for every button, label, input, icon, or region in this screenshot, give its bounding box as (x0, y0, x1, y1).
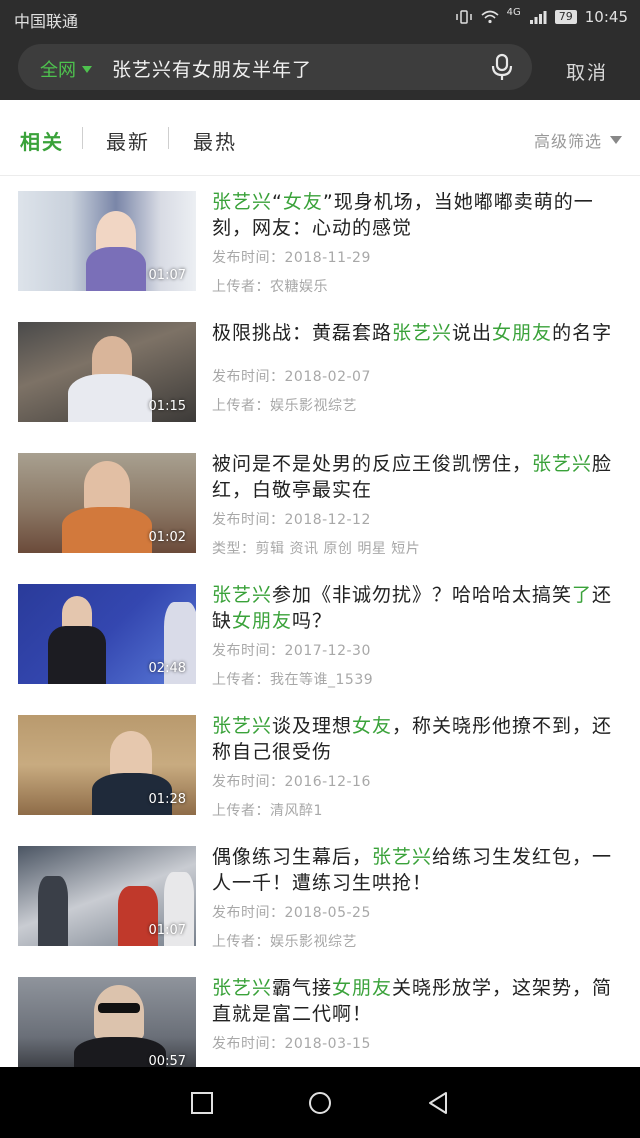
video-thumbnail[interactable]: 01:15 (18, 322, 196, 422)
tab-divider (168, 127, 169, 149)
publish-date: 发布时间：2017-12-30 (212, 643, 371, 659)
video-duration: 01:02 (148, 530, 186, 545)
title-segment: 张艺兴 (532, 453, 593, 475)
video-duration: 01:07 (148, 923, 186, 938)
home-icon[interactable] (306, 1089, 334, 1117)
publish-date: 发布时间：2018-05-25 (212, 905, 371, 921)
list-item[interactable]: 01:02 被问是不是处男的反应王俊凯愣住，张艺兴脸红，白敬亭最实在 发布时间：… (0, 439, 640, 570)
result-title[interactable]: 偶像练习生幕后，张艺兴给练习生发红包，一人一千！遭练习生哄抢！ (212, 844, 624, 896)
network-type: 4G (506, 6, 521, 18)
back-icon[interactable] (424, 1089, 452, 1117)
system-nav-bar (0, 1067, 640, 1138)
title-segment: 女朋友 (332, 977, 393, 999)
title-segment: 霸气接 (272, 977, 333, 999)
publish-date: 发布时间：2018-11-29 (212, 250, 371, 266)
tab-relevant[interactable]: 相关 (20, 126, 64, 155)
video-thumbnail[interactable]: 00:57 (18, 977, 196, 1067)
chevron-down-icon (610, 136, 622, 144)
title-segment: 谈及理想 (272, 715, 353, 737)
video-duration: 01:28 (148, 792, 186, 807)
uploader: 上传者：清风醉1 (212, 803, 323, 819)
tab-hottest[interactable]: 最热 (193, 126, 237, 155)
video-tags: 类型：剪辑 资讯 原创 明星 短片 (212, 541, 421, 557)
status-indicators: 4G 79 10:45 (455, 6, 628, 26)
title-segment: 张艺兴 (212, 191, 273, 213)
result-list: 01:07 张艺兴“女友”现身机场，当她嘟嘟卖萌的一刻，网友：心动的感觉 发布时… (0, 177, 640, 1067)
result-title[interactable]: 被问是不是处男的反应王俊凯愣住，张艺兴脸红，白敬亭最实在 (212, 451, 624, 503)
wifi-icon (481, 10, 499, 24)
video-duration: 02:48 (148, 661, 186, 676)
tab-newest[interactable]: 最新 (106, 126, 150, 155)
battery-icon: 79 (554, 10, 577, 24)
search-box[interactable]: 全网 张艺兴有女朋友半年了 (18, 44, 532, 90)
title-segment: 说出 (452, 322, 493, 344)
result-title[interactable]: 张艺兴参加《非诚勿扰》？哈哈哈太搞笑了还缺女朋友吗？ (212, 582, 624, 634)
video-thumbnail[interactable]: 01:07 (18, 191, 196, 291)
video-duration: 00:57 (148, 1054, 186, 1067)
list-item[interactable]: 00:57 张艺兴霸气接女朋友关晓彤放学，这架势，简直就是富二代啊！ 发布时间：… (0, 963, 640, 1067)
result-title[interactable]: 张艺兴霸气接女朋友关晓彤放学，这架势，简直就是富二代啊！ (212, 975, 624, 1027)
title-segment: 的名字 (552, 322, 613, 344)
title-segment: 张艺兴 (392, 322, 453, 344)
video-thumbnail[interactable]: 01:28 (18, 715, 196, 815)
title-segment: 被问是不是处男的反应王俊凯愣住， (212, 453, 533, 475)
publish-date: 发布时间：2018-02-07 (212, 369, 371, 385)
chevron-down-icon (82, 65, 92, 73)
carrier-name: 中国联通 (14, 12, 79, 31)
title-segment: 偶像练习生幕后， (212, 846, 373, 868)
scope-dropdown[interactable]: 全网 (40, 56, 92, 82)
title-segment: 女友 (282, 191, 323, 213)
title-segment: 参加《非诚勿扰》？哈哈哈太搞笑 (272, 584, 573, 606)
list-item[interactable]: 01:07 张艺兴“女友”现身机场，当她嘟嘟卖萌的一刻，网友：心动的感觉 发布时… (0, 177, 640, 308)
advanced-filter-button[interactable]: 高级筛选 (534, 128, 622, 152)
microphone-icon[interactable] (488, 53, 516, 81)
status-bar: 中国联通 4G 79 10:45 (0, 0, 640, 36)
list-item[interactable]: 01:07 偶像练习生幕后，张艺兴给练习生发红包，一人一千！遭练习生哄抢！ 发布… (0, 832, 640, 963)
publish-date: 发布时间：2018-03-15 (212, 1036, 371, 1052)
video-thumbnail[interactable]: 02:48 (18, 584, 196, 684)
publish-date: 发布时间：2016-12-16 (212, 774, 371, 790)
title-segment: 女朋友 (492, 322, 553, 344)
title-segment: 张艺兴 (212, 584, 273, 606)
video-duration: 01:15 (148, 399, 186, 414)
vibrate-icon (455, 10, 472, 24)
recent-apps-icon[interactable] (188, 1089, 216, 1117)
list-item[interactable]: 01:15 极限挑战：黄磊套路张艺兴说出女朋友的名字 发布时间：2018-02-… (0, 308, 640, 439)
uploader: 上传者：农糖娱乐 (212, 279, 328, 295)
title-segment: 张艺兴 (212, 977, 273, 999)
result-title[interactable]: 张艺兴“女友”现身机场，当她嘟嘟卖萌的一刻，网友：心动的感觉 (212, 189, 624, 241)
filter-label: 高级筛选 (533, 132, 602, 151)
title-segment: 女友 (352, 715, 393, 737)
list-item[interactable]: 01:28 张艺兴谈及理想女友，称关晓彤他撩不到，还称自己很受伤 发布时间：20… (0, 701, 640, 832)
signal-icon (529, 11, 547, 24)
scope-label: 全网 (40, 60, 76, 81)
video-duration: 01:07 (148, 268, 186, 283)
title-segment: 极限挑战：黄磊套路 (212, 322, 393, 344)
cancel-button[interactable]: 取消 (566, 58, 608, 85)
title-segment: 女朋友 (232, 610, 293, 632)
sort-tabs: 相关 最新 最热 高级筛选 (0, 100, 640, 176)
video-thumbnail[interactable]: 01:02 (18, 453, 196, 553)
search-header: 全网 张艺兴有女朋友半年了 取消 (0, 36, 640, 100)
result-title[interactable]: 极限挑战：黄磊套路张艺兴说出女朋友的名字 (212, 320, 624, 346)
title-segment: 张艺兴 (212, 715, 273, 737)
video-thumbnail[interactable]: 01:07 (18, 846, 196, 946)
uploader: 上传者：我在等谁_1539 (212, 672, 374, 688)
uploader: 上传者：娱乐影视综艺 (212, 934, 357, 950)
search-input[interactable]: 张艺兴有女朋友半年了 (112, 55, 312, 82)
clock: 10:45 (584, 8, 628, 26)
list-item[interactable]: 02:48 张艺兴参加《非诚勿扰》？哈哈哈太搞笑了还缺女朋友吗？ 发布时间：20… (0, 570, 640, 701)
tab-divider (82, 127, 83, 149)
title-segment: 吗？ (292, 610, 333, 632)
title-segment: 了 (572, 584, 593, 606)
title-segment: 张艺兴 (372, 846, 433, 868)
title-segment: “ (272, 191, 283, 213)
uploader: 上传者：娱乐影视综艺 (212, 398, 357, 414)
publish-date: 发布时间：2018-12-12 (212, 512, 371, 528)
result-title[interactable]: 张艺兴谈及理想女友，称关晓彤他撩不到，还称自己很受伤 (212, 713, 624, 765)
